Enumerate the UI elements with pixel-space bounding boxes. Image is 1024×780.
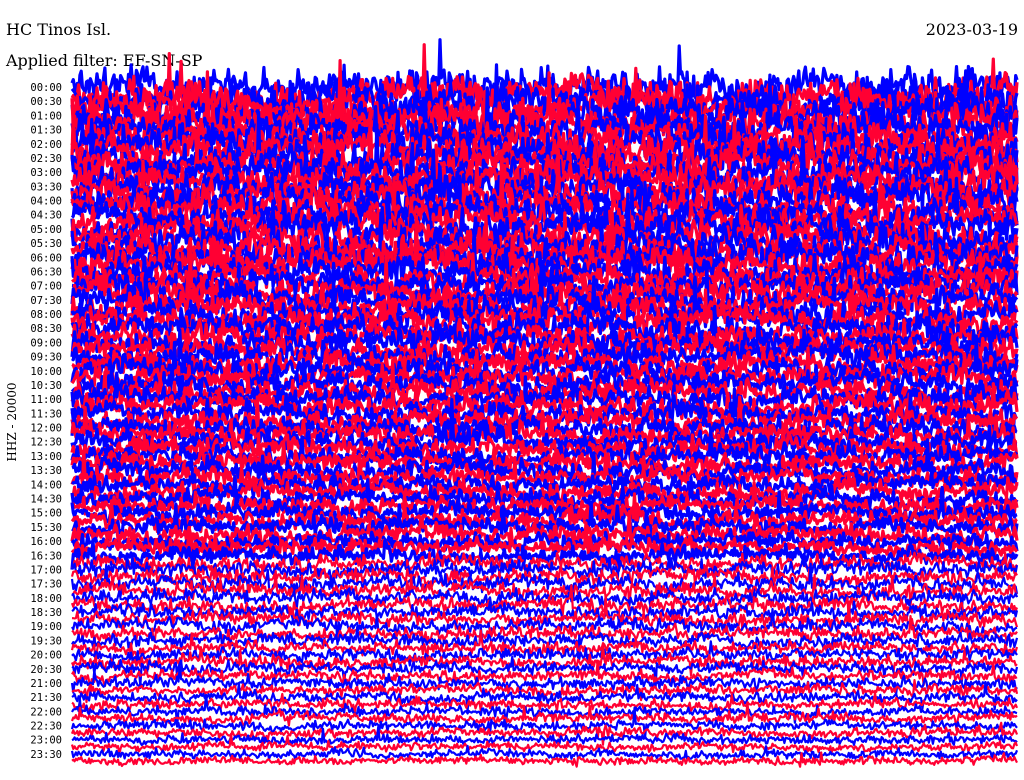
time-tick-label: 07:30 xyxy=(30,295,62,307)
time-tick-label: 21:30 xyxy=(30,692,62,704)
trace-group xyxy=(70,38,1019,768)
time-tick-label: 06:00 xyxy=(30,252,62,264)
time-tick-label: 08:00 xyxy=(30,309,62,321)
time-tick-label: 17:00 xyxy=(30,564,62,576)
time-tick-label: 20:30 xyxy=(30,664,62,676)
time-tick-labels: 00:00 00:30 01:00 01:30 02:00 02:30 03:00 03:30… xyxy=(30,82,62,761)
time-tick-label: 13:00 xyxy=(30,451,62,463)
time-tick-label: 16:00 xyxy=(30,536,62,548)
time-tick-label: 04:30 xyxy=(30,210,62,222)
helicorder-plot: 00:00 00:30 01:00 01:30 02:00 02:30 03:00 03:30… xyxy=(30,38,1019,768)
time-tick-label: 12:00 xyxy=(30,423,62,435)
time-tick-label: 21:00 xyxy=(30,678,62,690)
time-tick-label: 01:00 xyxy=(30,110,62,122)
time-tick-label: 01:30 xyxy=(30,125,62,137)
time-tick-label: 08:30 xyxy=(30,323,62,335)
time-tick-label: 13:30 xyxy=(30,465,62,477)
time-tick-label: 00:00 xyxy=(30,82,62,94)
time-tick-label: 22:00 xyxy=(30,706,62,718)
time-tick-label: 11:30 xyxy=(30,408,62,420)
time-tick-label: 12:30 xyxy=(30,437,62,449)
time-tick-label: 09:30 xyxy=(30,352,62,364)
time-tick-label: 23:30 xyxy=(30,749,62,761)
time-tick-label: 05:30 xyxy=(30,238,62,250)
time-tick-label: 17:30 xyxy=(30,579,62,591)
time-tick-label: 18:00 xyxy=(30,593,62,605)
time-tick-label: 18:30 xyxy=(30,607,62,619)
time-tick-label: 04:00 xyxy=(30,196,62,208)
time-tick-label: 05:00 xyxy=(30,224,62,236)
time-tick-label: 22:30 xyxy=(30,721,62,733)
time-tick-label: 10:30 xyxy=(30,380,62,392)
time-tick-label: 14:00 xyxy=(30,479,62,491)
time-tick-label: 00:30 xyxy=(30,96,62,108)
time-tick-label: 03:30 xyxy=(30,181,62,193)
time-tick-label: 23:00 xyxy=(30,735,62,747)
time-tick-label: 15:00 xyxy=(30,508,62,520)
time-tick-label: 19:30 xyxy=(30,635,62,647)
time-tick-label: 09:00 xyxy=(30,337,62,349)
time-tick-label: 14:30 xyxy=(30,493,62,505)
time-tick-label: 15:30 xyxy=(30,522,62,534)
time-tick-label: 16:30 xyxy=(30,550,62,562)
time-tick-label: 07:00 xyxy=(30,281,62,293)
time-tick-label: 06:30 xyxy=(30,266,62,278)
time-tick-label: 02:00 xyxy=(30,139,62,151)
time-tick-label: 10:00 xyxy=(30,366,62,378)
time-tick-label: 03:00 xyxy=(30,167,62,179)
time-tick-label: 02:30 xyxy=(30,153,62,165)
time-tick-label: 20:00 xyxy=(30,650,62,662)
time-tick-label: 19:00 xyxy=(30,621,62,633)
time-tick-label: 11:00 xyxy=(30,394,62,406)
